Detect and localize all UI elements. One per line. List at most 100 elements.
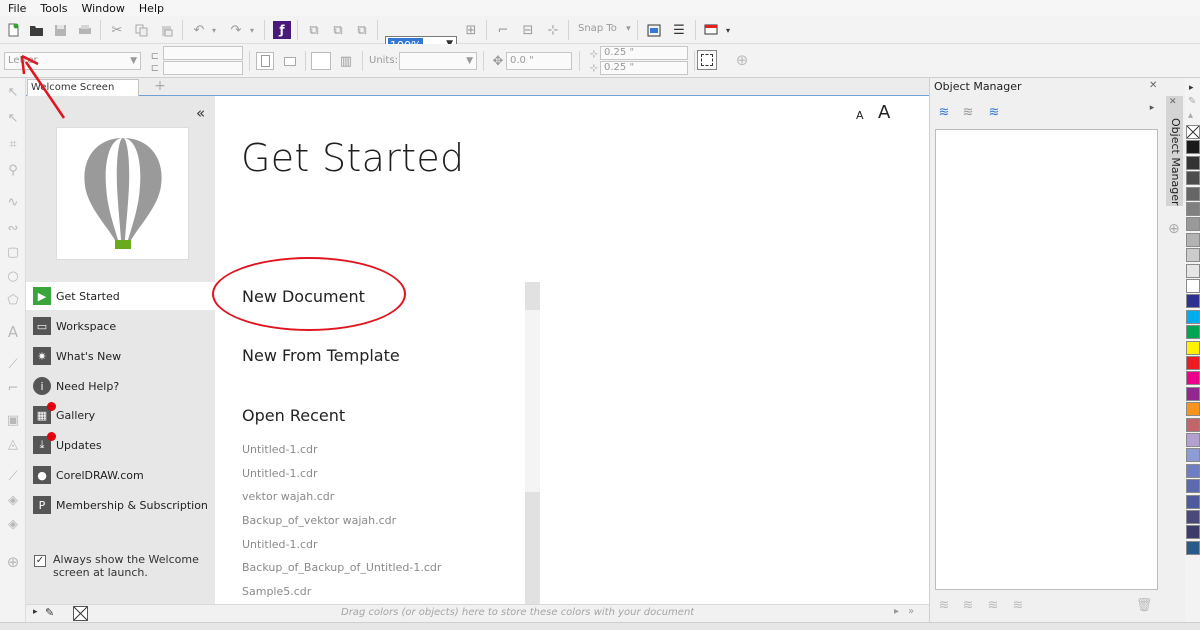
add-icon[interactable]: ⊕: [5, 553, 21, 571]
page-size-select[interactable]: Letter ▼: [4, 52, 141, 70]
layers-icon[interactable]: ≋: [936, 104, 952, 120]
redo-icon[interactable]: ↷: [228, 22, 244, 38]
color-swatch[interactable]: [1186, 494, 1200, 509]
duplicate-y-input[interactable]: 0.25 ": [600, 61, 688, 75]
nav-membership[interactable]: P Membership & Subscription: [26, 491, 215, 519]
save-icon[interactable]: [52, 22, 68, 38]
redo-dropdown-icon[interactable]: ▾: [244, 22, 260, 38]
units-select[interactable]: ▼: [399, 52, 477, 70]
new-document-link[interactable]: New Document: [242, 287, 365, 306]
current-page-button[interactable]: ▥: [338, 53, 354, 69]
color-swatch[interactable]: [1186, 356, 1200, 370]
rulers-icon[interactable]: ⌐: [495, 22, 511, 38]
application-launcher-icon[interactable]: [703, 22, 719, 38]
full-screen-icon[interactable]: ⊞: [463, 22, 479, 38]
always-show-checkbox[interactable]: ✓ Always show the Welcome screen at laun…: [34, 553, 209, 579]
nav-need-help[interactable]: i Need Help?: [26, 372, 215, 400]
eyedropper-icon[interactable]: ⟋: [5, 468, 21, 484]
polygon-tool-icon[interactable]: ⬠: [5, 292, 21, 308]
no-color-swatch[interactable]: [1186, 125, 1200, 139]
arrow-right-icon[interactable]: ▸: [33, 607, 38, 617]
color-swatch[interactable]: [1186, 371, 1200, 386]
pick-tool-icon[interactable]: ↖: [5, 84, 21, 100]
color-swatch[interactable]: [1186, 463, 1200, 478]
drop-shadow-icon[interactable]: ▣: [5, 412, 21, 428]
interactive-fill-icon[interactable]: ◈: [5, 492, 21, 508]
nudge-distance-input[interactable]: 0.0 ": [506, 52, 572, 70]
menu-file[interactable]: File: [8, 2, 26, 15]
color-swatch[interactable]: [1186, 325, 1200, 340]
checkbox-checked-icon[interactable]: ✓: [34, 555, 46, 567]
recent-file-item[interactable]: Untitled-1.cdr: [242, 443, 318, 456]
paste-icon[interactable]: [158, 22, 174, 38]
color-swatch[interactable]: [1186, 402, 1200, 417]
cut-icon[interactable]: ✂: [109, 22, 125, 38]
scroll-right-icon[interactable]: ▸: [894, 606, 899, 617]
color-swatch[interactable]: [1186, 433, 1200, 447]
page-height-input[interactable]: [163, 61, 243, 75]
welcome-screen-icon[interactable]: [646, 22, 662, 38]
new-master-layer-even-icon[interactable]: ≋: [985, 597, 1001, 613]
rectangle-tool-icon[interactable]: ▢: [5, 244, 21, 260]
chevron-down-icon[interactable]: ▾: [720, 22, 736, 38]
zoom-tool-icon[interactable]: ⚲: [5, 162, 21, 178]
bleed-button[interactable]: [697, 50, 717, 70]
color-swatch[interactable]: [1186, 309, 1200, 324]
copy-icon[interactable]: [133, 22, 149, 38]
freehand-tool-icon[interactable]: ∿: [5, 194, 21, 210]
layer-properties-icon[interactable]: ≋: [960, 104, 976, 120]
new-document-icon[interactable]: [5, 22, 21, 38]
shape-tool-icon[interactable]: ↖: [5, 110, 21, 126]
menu-tools[interactable]: Tools: [40, 2, 67, 15]
snap-to-dropdown[interactable]: Snap To ▾: [578, 23, 631, 34]
nav-whats-new[interactable]: ✷ What's New: [26, 342, 215, 370]
color-swatch[interactable]: [1186, 417, 1200, 432]
new-master-layer-icon[interactable]: ≋: [960, 597, 976, 613]
color-swatch[interactable]: [1186, 525, 1200, 540]
all-pages-button[interactable]: [311, 52, 331, 70]
list-scrollbar[interactable]: [525, 282, 540, 604]
menu-help[interactable]: Help: [139, 2, 164, 15]
recent-file-item[interactable]: Backup_of_vektor wajah.cdr: [242, 514, 396, 527]
color-swatch[interactable]: [1186, 448, 1200, 463]
scroll-up-icon[interactable]: ▸: [1189, 83, 1194, 93]
add-icon[interactable]: ⊕: [1168, 221, 1180, 237]
guidelines-icon[interactable]: ⊹: [545, 22, 561, 38]
palette-options-icon[interactable]: ▴: [1188, 110, 1193, 121]
trash-icon[interactable]: 🗑: [1136, 597, 1153, 613]
color-swatch[interactable]: [1186, 279, 1200, 293]
recent-file-item[interactable]: Sample5.cdr: [242, 585, 311, 598]
color-swatch[interactable]: [1186, 155, 1200, 170]
open-folder-icon[interactable]: [28, 22, 44, 38]
landscape-button[interactable]: [282, 53, 298, 69]
export-icon[interactable]: ⧉: [330, 22, 346, 38]
increase-font-button[interactable]: A: [878, 102, 890, 123]
color-swatch[interactable]: [1186, 340, 1200, 355]
ellipse-tool-icon[interactable]: ○: [5, 268, 21, 284]
scrollbar-thumb[interactable]: [525, 282, 540, 310]
connector-tool-icon[interactable]: ⌐: [5, 380, 21, 396]
color-swatch[interactable]: [1186, 232, 1200, 247]
layer-manager-icon[interactable]: ≋: [986, 104, 1002, 120]
color-swatch[interactable]: [1186, 248, 1200, 263]
grid-icon[interactable]: ⊟: [520, 22, 536, 38]
nav-workspace[interactable]: ▭ Workspace: [26, 312, 215, 340]
nav-get-started[interactable]: ▶ Get Started: [26, 282, 215, 310]
color-swatch[interactable]: [1186, 140, 1200, 155]
new-layer-icon[interactable]: ≋: [936, 597, 952, 613]
print-icon[interactable]: [77, 22, 93, 38]
close-icon[interactable]: ✕: [1169, 97, 1177, 107]
duplicate-x-input[interactable]: 0.25 ": [600, 46, 688, 60]
add-tab-icon[interactable]: +: [152, 79, 168, 95]
parallel-dimension-icon[interactable]: ⟋: [5, 356, 21, 372]
eyedropper-icon[interactable]: ✎: [1188, 96, 1196, 107]
color-swatch[interactable]: [1186, 186, 1200, 201]
tab-welcome-screen[interactable]: Welcome Screen: [27, 79, 139, 96]
menu-window[interactable]: Window: [82, 2, 125, 15]
decrease-font-button[interactable]: A: [856, 109, 864, 122]
color-swatch[interactable]: [1186, 263, 1200, 278]
nav-gallery[interactable]: ▦ Gallery: [26, 401, 215, 429]
color-swatch[interactable]: [1186, 510, 1200, 524]
recent-file-item[interactable]: vektor wajah.cdr: [242, 490, 334, 503]
text-tool-icon[interactable]: A: [5, 323, 21, 341]
